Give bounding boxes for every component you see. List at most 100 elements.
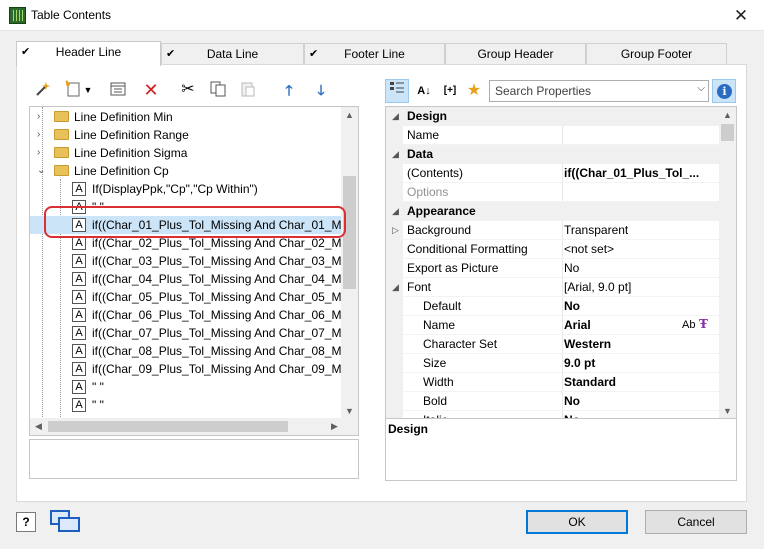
window-title: Table Contents xyxy=(31,8,112,22)
tree-item[interactable]: A if((Char_08_Plus_Tol_Missing And Char_… xyxy=(30,342,351,360)
cancel-button[interactable]: Cancel xyxy=(645,510,747,534)
tree-item[interactable]: A if((Char_09_Plus_Tol_Missing And Char_… xyxy=(30,360,351,378)
ok-button[interactable]: OK xyxy=(526,510,628,534)
sort-alphabetical-icon[interactable]: A↓ xyxy=(412,79,436,103)
help-icon[interactable]: ? xyxy=(16,512,36,532)
paste-icon[interactable] xyxy=(237,80,259,100)
font-picker-icon[interactable]: Ŧ xyxy=(699,315,708,334)
tree-item[interactable]: A if((Char_05_Plus_Tol_Missing And Char_… xyxy=(30,288,351,306)
category-appearance[interactable]: ◢ Appearance xyxy=(386,202,720,221)
property-description-title: Design xyxy=(388,422,429,436)
property-row-contents[interactable]: (Contents) if((Char_01_Plus_Tol_... xyxy=(386,164,720,183)
property-row-bold[interactable]: Bold No xyxy=(386,392,720,411)
text-field-icon: A xyxy=(72,344,86,358)
tab-group-header[interactable]: Group Header xyxy=(445,43,586,65)
tab-group-footer[interactable]: Group Footer xyxy=(586,43,727,65)
property-row-font-name[interactable]: Name Arial Ab Ŧ xyxy=(386,316,720,335)
folder-icon xyxy=(54,165,69,176)
collapse-icon[interactable]: ◢ xyxy=(392,202,399,221)
folder-icon xyxy=(54,111,69,122)
expand-icon[interactable]: › xyxy=(37,126,47,144)
tree-horizontal-scrollbar[interactable]: ◀ ▶ xyxy=(30,418,343,435)
tab-footer-line[interactable]: ✔ Footer Line xyxy=(304,43,445,65)
folder-icon xyxy=(54,129,69,140)
tree-folder[interactable]: › Line Definition Min xyxy=(30,108,343,126)
text-field-icon: A xyxy=(72,362,86,376)
scroll-thumb[interactable] xyxy=(48,421,288,432)
property-grid-scrollbar[interactable]: ▲ ▼ xyxy=(719,107,736,418)
line-definition-tree[interactable]: › Line Definition Min › Line Definition … xyxy=(29,106,359,436)
property-row-character-set[interactable]: Character Set Western xyxy=(386,335,720,354)
text-field-icon: A xyxy=(72,290,86,304)
expand-all-icon[interactable]: [+] xyxy=(438,79,462,103)
cut-icon[interactable]: ✂ xyxy=(177,80,199,100)
scroll-up-icon[interactable]: ▲ xyxy=(341,107,358,124)
collapse-icon[interactable]: ◢ xyxy=(392,278,399,297)
property-row-italic[interactable]: Italic No xyxy=(386,411,720,418)
categorized-view-icon[interactable] xyxy=(385,79,409,103)
close-icon[interactable]: ✕ xyxy=(718,0,764,31)
folder-icon xyxy=(54,147,69,158)
title-bar: Table Contents ✕ xyxy=(0,0,764,31)
text-field-icon: A xyxy=(72,182,86,196)
tree-item[interactable]: A if((Char_07_Plus_Tol_Missing And Char_… xyxy=(30,324,351,342)
category-design[interactable]: ◢ Design xyxy=(386,107,720,126)
tree-item[interactable]: A if((Char_06_Plus_Tol_Missing And Char_… xyxy=(30,306,351,324)
tree-folder[interactable]: › Line Definition Range xyxy=(30,126,343,144)
selection-annotation-outline xyxy=(44,206,346,238)
scroll-thumb[interactable] xyxy=(721,124,734,141)
collapse-icon[interactable]: ⌄ xyxy=(37,162,47,180)
property-row-font[interactable]: ◢ Font [Arial, 9.0 pt] xyxy=(386,278,720,297)
text-field-icon: A xyxy=(72,272,86,286)
properties-icon[interactable] xyxy=(107,80,129,100)
property-row-conditional-formatting[interactable]: Conditional Formatting <not set> xyxy=(386,240,720,259)
property-row-width[interactable]: Width Standard xyxy=(386,373,720,392)
chevron-down-icon[interactable]: ⌵ xyxy=(697,83,705,94)
property-row-name[interactable]: Name xyxy=(386,126,720,145)
move-down-icon[interactable]: 🡓 xyxy=(310,80,332,100)
font-picker-label[interactable]: Ab xyxy=(682,316,695,335)
info-icon[interactable]: i xyxy=(712,79,736,103)
tab-data-line[interactable]: ✔ Data Line xyxy=(161,43,304,65)
delete-icon[interactable]: ✕ xyxy=(140,80,162,100)
tree-item[interactable]: A If(DisplayPpk,"Cp","Cp Within") xyxy=(30,180,343,198)
property-grid[interactable]: ◢ Design Name ◢ Data (Contents) if((Char… xyxy=(385,106,737,419)
text-field-icon: A xyxy=(72,326,86,340)
text-field-icon: A xyxy=(72,380,86,394)
expand-icon[interactable]: › xyxy=(37,144,47,162)
favorites-star-icon[interactable]: ★ xyxy=(463,79,485,103)
copy-icon[interactable] xyxy=(207,80,229,100)
property-row-size[interactable]: Size 9.0 pt xyxy=(386,354,720,373)
app-icon xyxy=(9,7,26,24)
collapse-icon[interactable]: ◢ xyxy=(392,145,399,164)
property-row-options[interactable]: Options xyxy=(386,183,720,202)
scroll-down-icon[interactable]: ▼ xyxy=(719,403,736,418)
collapse-icon[interactable]: ◢ xyxy=(392,107,399,126)
tab-check-icon: ✔ xyxy=(309,48,319,60)
text-field-icon: A xyxy=(72,254,86,268)
tree-vertical-scrollbar[interactable]: ▲ ▼ xyxy=(341,107,358,420)
category-data[interactable]: ◢ Data xyxy=(386,145,720,164)
properties-toolbar: A↓ [+] ★ Search Properties ⌵ i xyxy=(385,79,737,104)
property-row-font-default[interactable]: Default No xyxy=(386,297,720,316)
tree-item[interactable]: A " " xyxy=(30,396,343,414)
tree-folder[interactable]: ⌄ Line Definition Cp xyxy=(30,162,343,180)
expand-icon[interactable]: › xyxy=(37,108,47,126)
tree-item[interactable]: A if((Char_03_Plus_Tol_Missing And Char_… xyxy=(30,252,351,270)
new-item-icon[interactable] xyxy=(62,80,84,100)
scroll-left-icon[interactable]: ◀ xyxy=(30,418,47,435)
expand-icon[interactable]: ▷ xyxy=(392,221,399,240)
windows-icon[interactable] xyxy=(48,508,82,534)
property-row-export-as-picture[interactable]: Export as Picture No xyxy=(386,259,720,278)
move-up-icon[interactable]: 🡑 xyxy=(278,80,300,100)
tab-check-icon: ✔ xyxy=(166,48,176,60)
magic-wand-icon[interactable] xyxy=(32,80,54,100)
tab-header-line[interactable]: ✔ Header Line xyxy=(16,41,161,66)
tree-folder[interactable]: › Line Definition Sigma xyxy=(30,144,343,162)
dropdown-arrow-icon[interactable]: ▼ xyxy=(82,80,94,100)
tree-item[interactable]: A " " xyxy=(30,378,343,396)
tree-item[interactable]: A if((Char_04_Plus_Tol_Missing And Char_… xyxy=(30,270,351,288)
search-properties-input[interactable]: Search Properties ⌵ xyxy=(489,80,709,102)
property-row-background[interactable]: ▷ Background Transparent xyxy=(386,221,720,240)
scroll-up-icon[interactable]: ▲ xyxy=(719,107,736,124)
